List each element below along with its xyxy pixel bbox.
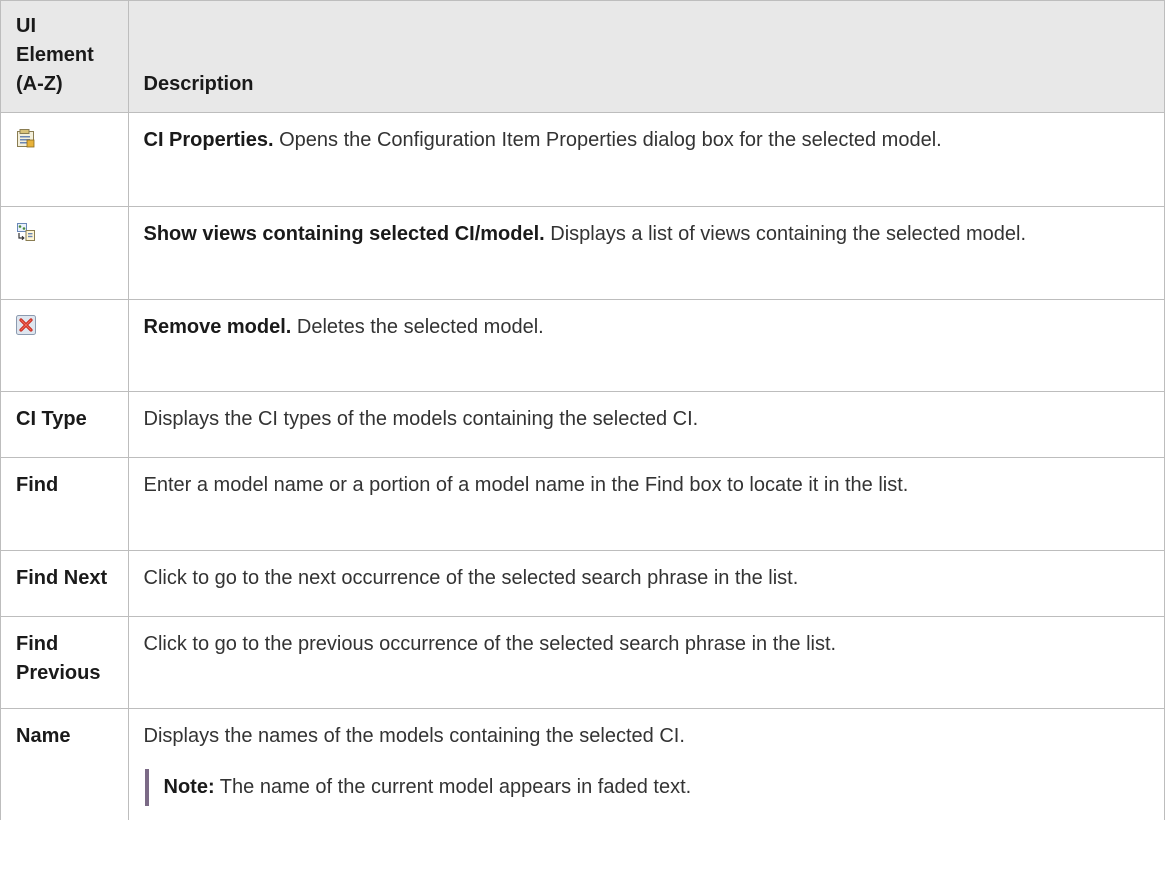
show-views-icon — [16, 222, 36, 242]
element-cell: Name — [0, 708, 129, 820]
table-row: Find Enter a model name or a portion of … — [0, 457, 1165, 551]
ci-properties-icon — [16, 128, 36, 148]
description-text: Displays the names of the models contain… — [143, 725, 685, 747]
description-cell: Enter a model name or a portion of a mod… — [127, 457, 1165, 551]
description-cell: Remove model. Deletes the selected model… — [127, 299, 1165, 392]
table-row: Remove model. Deletes the selected model… — [0, 299, 1165, 392]
description-cell: Click to go to the next occurrence of th… — [127, 550, 1165, 617]
table-header-row: UI Element (A-Z) Description — [0, 0, 1165, 113]
description-cell: Show views containing selected CI/model.… — [127, 206, 1165, 300]
element-cell — [0, 112, 129, 207]
ui-elements-table: UI Element (A-Z) Description CI Properti… — [0, 0, 1165, 820]
element-cell: Find — [0, 457, 129, 551]
table-row: Find Next Click to go to the next occurr… — [0, 550, 1165, 617]
remove-model-icon — [16, 315, 36, 335]
description-cell: Displays the names of the models contain… — [127, 708, 1165, 820]
note-callout: Note: The name of the current model appe… — [144, 769, 1150, 806]
element-cell: Find Next — [0, 550, 129, 617]
table-row: CI Properties. Opens the Configuration I… — [0, 112, 1165, 207]
table-row: Find Previous Click to go to the previou… — [0, 616, 1165, 709]
element-cell — [0, 299, 129, 392]
description-cell: Click to go to the previous occurrence o… — [127, 616, 1165, 709]
description-cell: CI Properties. Opens the Configuration I… — [127, 112, 1165, 207]
header-ui-element: UI Element (A-Z) — [0, 0, 129, 113]
description-cell: Displays the CI types of the models cont… — [127, 391, 1165, 458]
header-description: Description — [127, 0, 1165, 113]
table-row: Name Displays the names of the models co… — [0, 708, 1165, 820]
element-cell: Find Previous — [0, 616, 129, 709]
table-row: Show views containing selected CI/model.… — [0, 206, 1165, 300]
table-row: CI Type Displays the CI types of the mod… — [0, 391, 1165, 458]
element-cell: CI Type — [0, 391, 129, 458]
element-cell — [0, 206, 129, 300]
